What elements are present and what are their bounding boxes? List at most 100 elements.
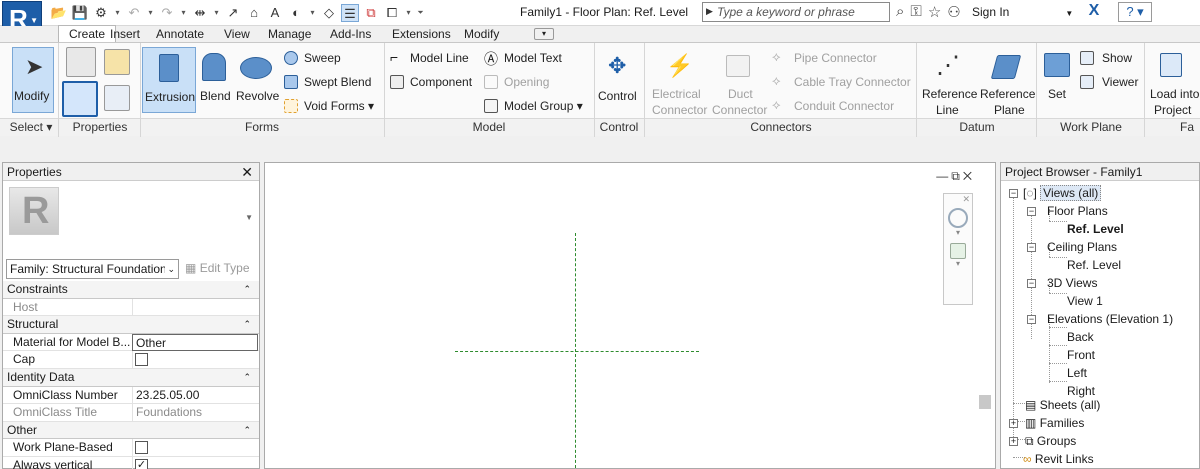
measure-dropdown-icon[interactable]: ▾: [212, 4, 221, 22]
pipe-connector-button[interactable]: ⟡ Pipe Connector: [772, 49, 912, 67]
tab-create[interactable]: Create: [58, 25, 117, 43]
cap-checkbox[interactable]: [135, 353, 148, 367]
family-filter-select[interactable]: Family: Structural Foundation ⌄: [6, 259, 179, 279]
measure-icon[interactable]: ⇹: [191, 4, 209, 22]
save-icon[interactable]: 💾: [71, 4, 89, 22]
tab-add-ins[interactable]: Add-Ins: [330, 26, 371, 42]
tree-3d-views[interactable]: 3D Views: [1047, 275, 1097, 291]
control-button[interactable]: ✥ Control: [596, 47, 642, 113]
select-panel-title[interactable]: Select ▾: [6, 119, 56, 135]
opening-button[interactable]: Opening: [484, 73, 576, 91]
zoom-region-icon[interactable]: [950, 243, 966, 259]
undo-icon[interactable]: ↶: [125, 4, 143, 22]
tree-views-all[interactable]: [◌] Views (all): [1023, 185, 1102, 201]
tree-view-1[interactable]: View 1: [1067, 293, 1103, 309]
restore-icon[interactable]: ⧉: [951, 169, 963, 183]
type-selector-image[interactable]: R: [9, 187, 59, 235]
collapse-icon[interactable]: ⌃: [243, 422, 251, 439]
family-category-icon[interactable]: [66, 47, 96, 77]
collapse-toggle-icon[interactable]: −: [1027, 315, 1036, 324]
tab-annotate[interactable]: Annotate: [156, 26, 204, 42]
close-icon[interactable]: ✕: [962, 194, 970, 205]
tree-elevation-front[interactable]: Front: [1067, 347, 1095, 363]
reference-plane-horizontal[interactable]: [455, 351, 699, 352]
collapse-toggle-icon[interactable]: −: [1027, 207, 1036, 216]
vertical-scrollbar-thumb[interactable]: [979, 395, 991, 409]
sync-dropdown-icon[interactable]: ▾: [113, 4, 122, 22]
conduit-connector-button[interactable]: ⟡ Conduit Connector: [772, 97, 912, 115]
swept-blend-button[interactable]: Swept Blend: [284, 73, 380, 91]
work-plane-viewer-button[interactable]: Viewer: [1080, 73, 1144, 91]
sweep-button[interactable]: Sweep: [284, 49, 380, 67]
switch-windows-icon[interactable]: ⧠: [383, 4, 401, 22]
subscription-center-icon[interactable]: ⚿: [910, 3, 921, 21]
tab-extensions[interactable]: Extensions: [392, 26, 451, 42]
void-forms-button[interactable]: Void Forms ▾: [284, 97, 384, 115]
collapse-toggle-icon[interactable]: −: [1027, 279, 1036, 288]
family-types-icon[interactable]: [104, 49, 130, 75]
group-identity-data[interactable]: Identity Data ⌃: [3, 368, 259, 387]
drawing-area[interactable]: —⧉✕ ✕ ▾ ▾: [264, 162, 996, 469]
minimize-icon[interactable]: —: [936, 169, 951, 183]
tree-floor-plan-ref-level[interactable]: Ref. Level: [1067, 221, 1124, 237]
close-icon[interactable]: ✕: [963, 169, 975, 183]
close-hidden-windows-icon[interactable]: ⧉: [362, 4, 380, 22]
edit-type-button[interactable]: ▦ Edit Type: [185, 261, 250, 275]
tree-revit-links[interactable]: ∞ Revit Links: [1023, 451, 1094, 467]
tag-icon[interactable]: ⌂: [245, 4, 263, 22]
collapse-icon[interactable]: ⌃: [243, 369, 251, 386]
set-work-plane-button[interactable]: Set: [1040, 47, 1076, 117]
model-line-button[interactable]: ⌐ Model Line: [390, 49, 482, 67]
section-icon[interactable]: ◇: [320, 4, 338, 22]
minimize-ribbon-icon[interactable]: ▾: [534, 28, 554, 40]
tree-families[interactable]: ▥ Families: [1025, 415, 1084, 431]
3d-dropdown-icon[interactable]: ▾: [308, 4, 317, 22]
omniclass-number-field[interactable]: 23.25.05.00: [132, 386, 258, 404]
expand-search-icon[interactable]: ▶: [706, 6, 713, 17]
tree-elevation-left[interactable]: Left: [1067, 365, 1087, 381]
sign-in-button[interactable]: Sign In ▼: [972, 5, 1073, 19]
redo-dropdown-icon[interactable]: ▾: [179, 4, 188, 22]
tree-elevations[interactable]: Elevations (Elevation 1): [1047, 311, 1173, 327]
tree-ceiling-ref-level[interactable]: Ref. Level: [1067, 257, 1121, 273]
switch-windows-dropdown-icon[interactable]: ▾: [404, 4, 413, 22]
blend-button[interactable]: Blend: [198, 47, 232, 113]
help-icon[interactable]: ? ▾: [1118, 2, 1152, 22]
component-button[interactable]: Component: [390, 73, 482, 91]
extrusion-button[interactable]: Extrusion: [142, 47, 196, 113]
modify-button[interactable]: ➤ Modify: [12, 47, 54, 113]
reference-plane-button[interactable]: Reference Plane: [978, 47, 1036, 117]
model-text-button[interactable]: Ⓐ Model Text: [484, 49, 576, 67]
chevron-down-icon[interactable]: ▼: [245, 213, 253, 222]
search-binoculars-icon[interactable]: ⌕: [896, 3, 904, 21]
group-constraints[interactable]: Constraints ⌃: [3, 281, 259, 299]
tab-manage[interactable]: Manage: [268, 26, 311, 42]
expand-toggle-icon[interactable]: +: [1009, 437, 1018, 446]
search-input[interactable]: [717, 4, 887, 20]
user-icon[interactable]: ⚇: [947, 3, 960, 21]
tab-modify[interactable]: Modify: [464, 26, 499, 42]
properties-icon[interactable]: [62, 81, 98, 117]
collapse-toggle-icon[interactable]: −: [1009, 189, 1018, 198]
collapse-toggle-icon[interactable]: −: [1027, 243, 1036, 252]
type-properties-icon[interactable]: [104, 85, 130, 111]
cable-tray-connector-button[interactable]: ⟡ Cable Tray Connector: [772, 73, 912, 91]
revolve-button[interactable]: Revolve: [234, 47, 279, 113]
aligned-dimension-icon[interactable]: ↗: [224, 4, 242, 22]
chevron-down-icon[interactable]: ▾: [944, 228, 972, 237]
tree-floor-plans[interactable]: Floor Plans: [1047, 203, 1108, 219]
undo-dropdown-icon[interactable]: ▾: [146, 4, 155, 22]
load-into-project-button[interactable]: Load into Project: [1146, 47, 1200, 117]
open-icon[interactable]: 📂: [50, 4, 68, 22]
group-other[interactable]: Other ⌃: [3, 421, 259, 440]
collapse-icon[interactable]: ⌃: [243, 316, 251, 333]
default-3d-view-icon[interactable]: ◐: [287, 4, 305, 22]
electrical-connector-button[interactable]: ⚡ Electrical Connector: [648, 47, 708, 117]
tab-view[interactable]: View: [224, 26, 250, 42]
always-vertical-checkbox[interactable]: ✓: [135, 458, 148, 469]
exchange-apps-icon[interactable]: X: [1083, 2, 1105, 22]
sync-icon[interactable]: ⚙: [92, 4, 110, 22]
reference-line-button[interactable]: ⋰ Reference Line: [920, 47, 978, 117]
tree-elevation-back[interactable]: Back: [1067, 329, 1094, 345]
tree-groups[interactable]: ⧉ Groups: [1025, 433, 1076, 449]
